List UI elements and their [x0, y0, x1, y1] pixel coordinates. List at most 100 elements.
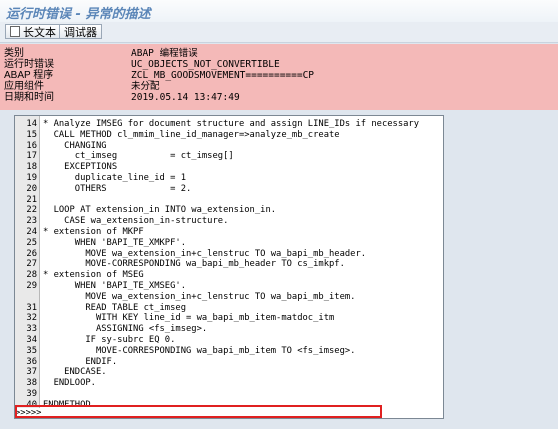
debugger-button[interactable]: 调试器: [59, 24, 102, 39]
code-text: * extension of MKPF: [43, 227, 144, 237]
info-row-component: 应用组件 未分配: [0, 81, 558, 92]
line-number: 16: [26, 140, 37, 151]
line-number: 33: [26, 324, 37, 335]
debugger-label: 调试器: [64, 26, 97, 39]
long-text-label: 长文本: [23, 26, 56, 39]
code-line: 23 CASE wa_extension_in-structure.: [15, 216, 435, 227]
code-text: CASE wa_extension_in-structure.: [43, 216, 229, 227]
toolbar: 长文本 调试器: [0, 22, 558, 43]
code-text: duplicate_line_id = 1: [43, 173, 186, 183]
code-line: 32 WITH KEY line_id = wa_bapi_mb_item-ma…: [15, 313, 435, 324]
line-number: 35: [26, 345, 37, 356]
code-line: 34 IF sy-subrc EQ 0.: [15, 335, 435, 346]
info-value: 2019.05.14 13:47:49: [131, 92, 240, 103]
info-key: 运行时错误: [4, 59, 54, 70]
code-line: 16 CHANGING: [15, 141, 435, 152]
line-number: 14: [26, 119, 37, 129]
code-text: MOVE wa_extension_in+c_lenstruc TO wa_ba…: [43, 248, 367, 259]
line-number: 36: [26, 356, 37, 367]
info-value: ZCL_MB_GOODSMOVEMENT==========CP: [131, 70, 315, 81]
code-text: CALL METHOD cl_mmim_line_id_manager=>ana…: [43, 129, 340, 140]
code-line: 38 ENDLOOP.: [15, 378, 435, 389]
code-text: * extension of MSEG: [43, 270, 144, 281]
code-line: 18 EXCEPTIONS: [15, 162, 435, 173]
error-line-highlight: [15, 405, 382, 418]
code-line: 35 MOVE-CORRESPONDING wa_bapi_mb_item TO…: [15, 346, 435, 357]
line-number: 18: [26, 162, 37, 173]
code-text: EXCEPTIONS: [43, 162, 118, 173]
code-line: 19 duplicate_line_id = 1: [15, 173, 435, 184]
info-key: 日期和时间: [4, 92, 54, 103]
code-line: 33 ASSIGNING <fs_imseg>.: [15, 324, 435, 335]
code-line: 17 ct_imseg = ct_imseg[]: [15, 151, 435, 162]
code-text: IF sy-subrc EQ 0.: [43, 335, 176, 345]
title-bar: 运行时错误 - 异常的描述: [0, 0, 558, 23]
line-number: 20: [26, 183, 37, 194]
window-title: 运行时错误 - 异常的描述: [6, 7, 151, 22]
code-line: 27 MOVE-CORRESPONDING wa_bapi_mb_header …: [15, 259, 435, 270]
line-number: 28: [26, 270, 37, 281]
line-number: 26: [26, 248, 37, 259]
info-row-program: ABAP 程序 ZCL_MB_GOODSMOVEMENT==========CP: [0, 70, 558, 81]
code-text: OTHERS = 2.: [43, 183, 192, 194]
info-key: 应用组件: [4, 81, 44, 92]
line-number: 22: [26, 205, 37, 216]
code-line: MOVE wa_extension_in+c_lenstruc TO wa_ba…: [15, 292, 435, 303]
line-number: 39: [26, 389, 37, 399]
error-info-panel: 类别 ABAP 编程错误 运行时错误 UC_OBJECTS_NOT_CONVER…: [0, 44, 558, 110]
code-line: 39: [15, 389, 435, 400]
line-number: 24: [26, 227, 37, 237]
source-code-viewer[interactable]: 14 * Analyze IMSEG for document structure…: [14, 115, 444, 419]
code-text: WHEN 'BAPI_TE_XMSEG'.: [43, 281, 186, 291]
code-text: MOVE wa_extension_in+c_lenstruc TO wa_ba…: [43, 291, 356, 302]
info-value: ABAP 编程错误: [131, 48, 198, 59]
line-number: 25: [26, 237, 37, 248]
line-number: 15: [26, 129, 37, 140]
code-line: 29 WHEN 'BAPI_TE_XMSEG'.: [15, 281, 435, 292]
code-line: 36 ENDIF.: [15, 357, 435, 368]
line-number: 32: [26, 313, 37, 324]
code-line: 37 ENDCASE.: [15, 367, 435, 378]
code-line: 26 MOVE wa_extension_in+c_lenstruc TO wa…: [15, 249, 435, 260]
line-number: 31: [26, 302, 37, 313]
info-value: 未分配: [131, 81, 160, 92]
code-text: WITH KEY line_id = wa_bapi_mb_item-matdo…: [43, 313, 335, 324]
code-text: ct_imseg = ct_imseg[]: [43, 151, 234, 162]
code-text: ASSIGNING <fs_imseg>.: [43, 324, 208, 335]
code-line: 24 * extension of MKPF: [15, 227, 435, 238]
line-number: 37: [26, 367, 37, 378]
long-text-button[interactable]: 长文本: [5, 24, 61, 39]
document-icon: [10, 26, 20, 37]
line-number: 23: [26, 216, 37, 227]
code-text: READ TABLE ct_imseg: [43, 302, 186, 313]
code-text: LOOP AT extension_in INTO wa_extension_i…: [43, 205, 277, 216]
code-text: ENDCASE.: [43, 367, 107, 378]
code-line: 20 OTHERS = 2.: [15, 184, 435, 195]
info-key: ABAP 程序: [4, 70, 54, 81]
line-number: 19: [26, 173, 37, 183]
code-text: MOVE-CORRESPONDING wa_bapi_mb_header TO …: [43, 259, 345, 270]
info-row-runtime-error: 运行时错误 UC_OBJECTS_NOT_CONVERTIBLE: [0, 59, 558, 70]
code-text: * Analyze IMSEG for document structure a…: [43, 119, 420, 129]
info-key: 类别: [4, 48, 24, 59]
code-text: ENDLOOP.: [43, 378, 96, 389]
code-text: WHEN 'BAPI_TE_XMKPF'.: [43, 237, 186, 248]
line-number: 17: [26, 151, 37, 162]
line-number: 29: [26, 281, 37, 291]
info-row-datetime: 日期和时间 2019.05.14 13:47:49: [0, 92, 558, 103]
info-row-category: 类别 ABAP 编程错误: [0, 48, 558, 59]
line-number: 38: [26, 378, 37, 389]
code-line: 22 LOOP AT extension_in INTO wa_extensio…: [15, 205, 435, 216]
code-text: MOVE-CORRESPONDING wa_bapi_mb_item TO <f…: [43, 345, 356, 356]
code-line: 21: [15, 195, 435, 206]
line-number: 34: [26, 335, 37, 345]
line-number: 27: [26, 259, 37, 270]
code-text: CHANGING: [43, 140, 107, 151]
code-text: ENDIF.: [43, 356, 118, 367]
code-line: 28 * extension of MSEG: [15, 270, 435, 281]
info-value: UC_OBJECTS_NOT_CONVERTIBLE: [131, 59, 280, 70]
code-line: 25 WHEN 'BAPI_TE_XMKPF'.: [15, 238, 435, 249]
code-line: 14 * Analyze IMSEG for document structure…: [15, 119, 435, 130]
code-line: 31 READ TABLE ct_imseg: [15, 303, 435, 314]
line-number: 21: [26, 194, 37, 205]
